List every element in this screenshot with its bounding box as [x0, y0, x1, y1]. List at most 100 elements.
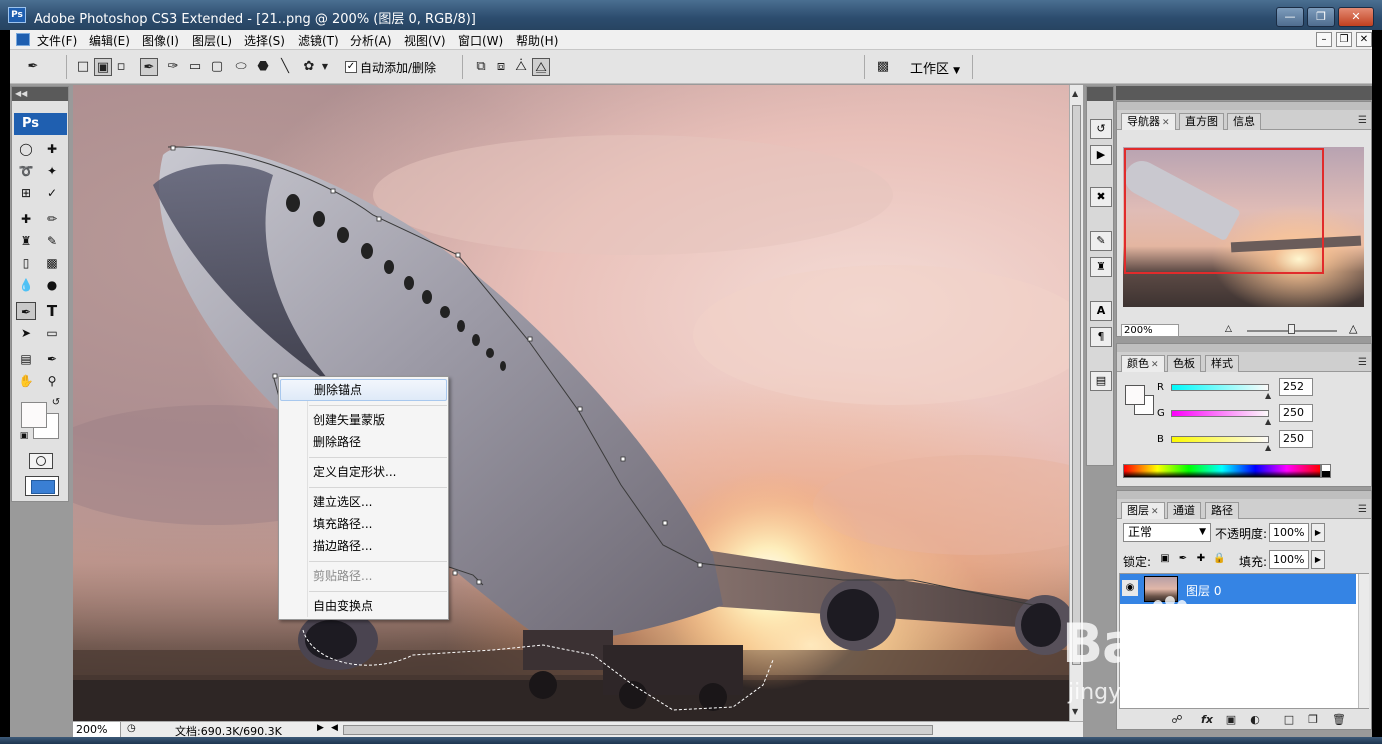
green-slider[interactable]: [1171, 410, 1269, 417]
dodge-tool-icon[interactable]: ●: [42, 276, 62, 294]
rounded-rectangle-icon[interactable]: ▢: [208, 58, 226, 76]
menu-select[interactable]: 选择(S): [244, 32, 285, 49]
tab-styles[interactable]: 样式: [1205, 355, 1239, 372]
status-info-icon[interactable]: ◷: [127, 723, 136, 734]
quick-mask-icon[interactable]: [29, 453, 53, 469]
layer-list-scrollbar[interactable]: [1358, 574, 1369, 708]
menu-item-delete-anchor[interactable]: 删除锚点: [280, 379, 447, 401]
foreground-color-swatch[interactable]: [21, 402, 47, 428]
lock-pixels-icon[interactable]: ✒: [1177, 552, 1189, 566]
zoom-in-icon[interactable]: △: [1349, 322, 1357, 335]
tab-histogram[interactable]: 直方图: [1179, 113, 1224, 130]
eraser-tool-icon[interactable]: ▯: [16, 254, 36, 272]
blue-slider[interactable]: [1171, 436, 1269, 443]
menu-layer[interactable]: 图层(L): [192, 32, 232, 49]
screen-mode-icon[interactable]: [25, 476, 59, 496]
marquee-tool-icon[interactable]: ◯: [16, 140, 36, 158]
navigator-view-box[interactable]: [1124, 148, 1324, 274]
layer-mask-icon[interactable]: ▣: [1223, 712, 1239, 728]
fill-slider-icon[interactable]: ▶: [1311, 550, 1325, 569]
healing-brush-icon[interactable]: ✚: [16, 210, 36, 228]
intersect-path-icon[interactable]: ⧊: [512, 58, 530, 76]
pen-tool-icon[interactable]: ✒: [16, 302, 36, 320]
type-tool-icon[interactable]: T: [42, 302, 62, 320]
foreground-color-swatch[interactable]: [1125, 385, 1145, 405]
crop-tool-icon[interactable]: ⊞: [16, 184, 36, 202]
swap-colors-icon[interactable]: ↺: [46, 394, 66, 412]
document-ps-icon[interactable]: [16, 33, 30, 46]
tab-swatches[interactable]: 色板: [1167, 355, 1201, 372]
slider-thumb-icon[interactable]: ▲: [1265, 391, 1271, 400]
panel-menu-icon[interactable]: ☰: [1358, 504, 1367, 515]
dock-collapse-handle[interactable]: [1087, 87, 1113, 101]
scroll-up-icon[interactable]: ▲: [1072, 89, 1078, 98]
zoom-out-icon[interactable]: △: [1225, 324, 1232, 334]
menu-item-fill-path[interactable]: 填充路径...: [280, 513, 447, 535]
history-brush-icon[interactable]: ✎: [42, 232, 62, 250]
menu-item-define-custom-shape[interactable]: 定义自定形状...: [280, 461, 447, 483]
lock-all-icon[interactable]: 🔒: [1213, 552, 1225, 566]
menu-item-delete-path[interactable]: 删除路径: [280, 431, 447, 453]
menu-item-create-vector-mask[interactable]: 创建矢量蒙版: [280, 409, 447, 431]
black-white-swatch[interactable]: [1321, 464, 1331, 478]
actions-panel-icon[interactable]: ▶: [1090, 145, 1112, 165]
clone-stamp-icon[interactable]: ♜: [16, 232, 36, 250]
tab-color[interactable]: 颜色 ✕: [1121, 355, 1165, 372]
character-panel-icon[interactable]: A: [1090, 301, 1112, 321]
pen-icon[interactable]: ✒: [140, 58, 158, 76]
menu-view[interactable]: 视图(V): [404, 32, 446, 49]
menu-filter[interactable]: 滤镜(T): [298, 32, 339, 49]
polygon-icon[interactable]: ⬣: [254, 58, 272, 76]
eye-icon[interactable]: ◉: [1122, 580, 1138, 596]
close-icon[interactable]: ✕: [1151, 360, 1159, 370]
trash-icon[interactable]: 🗑: [1331, 712, 1347, 728]
history-panel-icon[interactable]: ↺: [1090, 119, 1112, 139]
move-tool-icon[interactable]: ✚: [42, 140, 62, 158]
tool-presets-icon[interactable]: ✖: [1090, 187, 1112, 207]
minimize-icon[interactable]: —: [1276, 7, 1304, 27]
brush-tool-icon[interactable]: ✏: [42, 210, 62, 228]
rectangle-tool-icon[interactable]: ▭: [42, 324, 62, 342]
zoom-tool-icon[interactable]: ⚲: [42, 372, 62, 390]
brushes-panel-icon[interactable]: ✎: [1090, 231, 1112, 251]
eyedropper-icon[interactable]: ✒: [42, 350, 62, 368]
green-value-field[interactable]: 250: [1279, 404, 1313, 422]
tab-paths[interactable]: 路径: [1205, 502, 1239, 519]
new-layer-icon[interactable]: ❐: [1305, 712, 1321, 728]
red-value-field[interactable]: 252: [1279, 378, 1313, 396]
line-icon[interactable]: ╲: [276, 58, 294, 76]
paragraph-panel-icon[interactable]: ¶: [1090, 327, 1112, 347]
path-selection-icon[interactable]: ➤: [16, 324, 36, 342]
shape-layers-icon[interactable]: □: [74, 58, 92, 76]
scroll-left-icon[interactable]: ◀: [331, 723, 338, 733]
toolbox-collapse-handle[interactable]: ◀◀: [12, 87, 68, 101]
menu-help[interactable]: 帮助(H): [516, 32, 558, 49]
menu-file[interactable]: 文件(F): [37, 32, 77, 49]
panel-grip[interactable]: [1117, 491, 1371, 499]
lock-position-icon[interactable]: ✚: [1195, 552, 1207, 566]
tab-navigator[interactable]: 导航器 ✕: [1121, 113, 1176, 130]
slice-tool-icon[interactable]: ✓: [42, 184, 62, 202]
horizontal-scroll-thumb[interactable]: [343, 725, 933, 735]
exclude-overlap-icon[interactable]: ⧋: [532, 58, 550, 76]
menu-item-free-transform-points[interactable]: 自由变换点: [280, 595, 447, 617]
close-icon[interactable]: ✕: [1162, 118, 1170, 128]
gradient-tool-icon[interactable]: ▩: [42, 254, 62, 272]
chevron-down-icon[interactable]: ▼: [320, 58, 330, 76]
red-slider[interactable]: [1171, 384, 1269, 391]
menu-image[interactable]: 图像(I): [142, 32, 179, 49]
tab-channels[interactable]: 通道: [1167, 502, 1201, 519]
slider-thumb-icon[interactable]: ▲: [1265, 417, 1271, 426]
notes-tool-icon[interactable]: ▤: [16, 350, 36, 368]
menu-item-clipping-path[interactable]: 剪贴路径...: [280, 565, 447, 587]
doc-minimize-icon[interactable]: –: [1316, 32, 1332, 47]
blue-value-field[interactable]: 250: [1279, 430, 1313, 448]
tab-info[interactable]: 信息: [1227, 113, 1261, 130]
fill-field[interactable]: 100%: [1269, 550, 1309, 569]
clone-source-icon[interactable]: ♜: [1090, 257, 1112, 277]
fill-pixels-icon[interactable]: ▫: [112, 58, 130, 76]
doc-restore-icon[interactable]: ❐: [1336, 32, 1352, 47]
slider-thumb-icon[interactable]: ▲: [1265, 443, 1271, 452]
auto-add-delete-checkbox[interactable]: ✓: [345, 61, 357, 73]
restore-icon[interactable]: ❐: [1307, 7, 1335, 27]
